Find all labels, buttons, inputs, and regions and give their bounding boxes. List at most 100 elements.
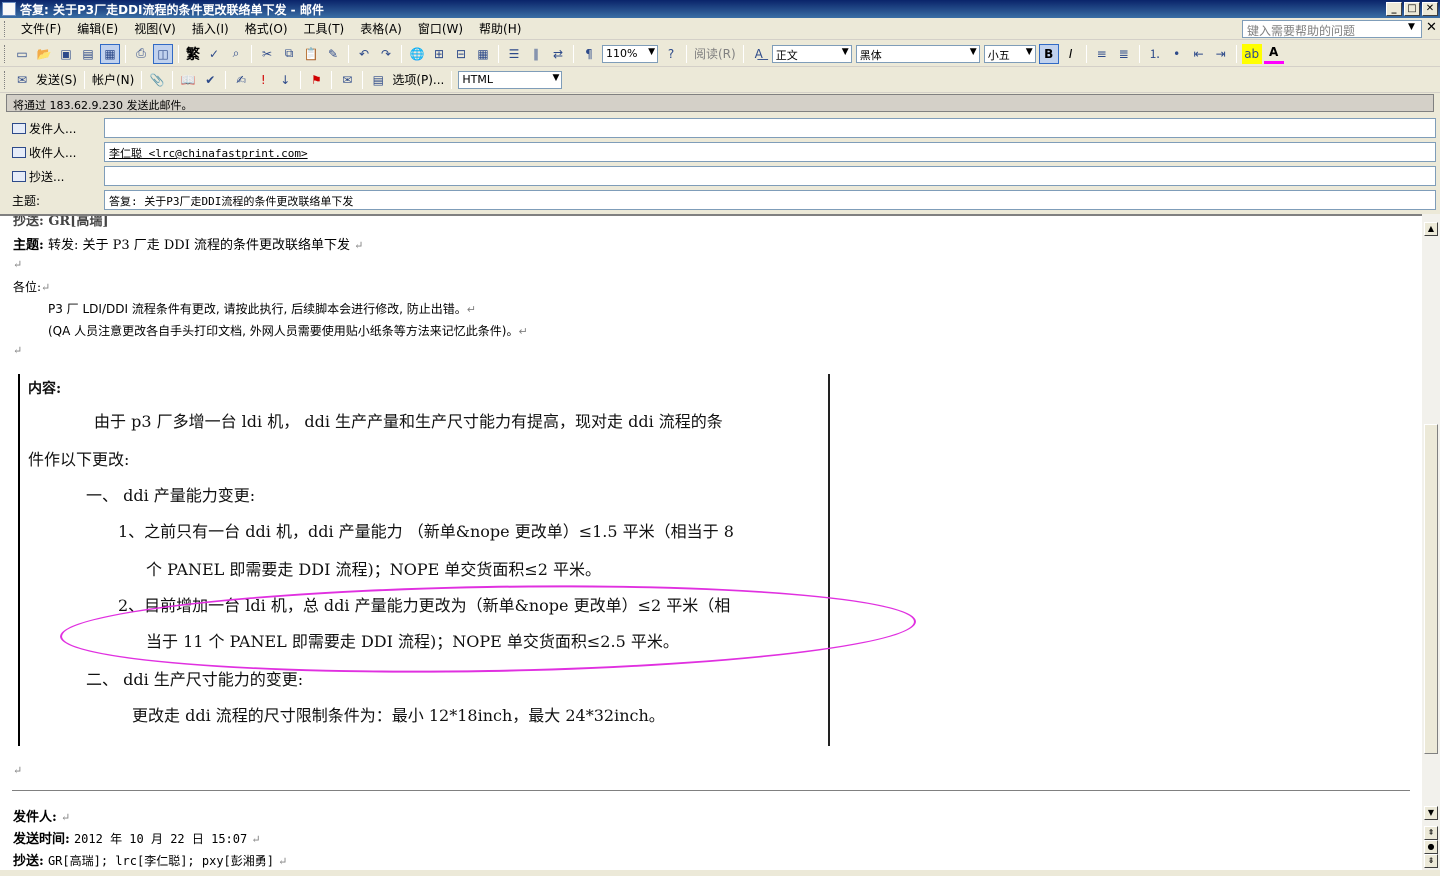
font-size-value: 小五 <box>987 48 1010 62</box>
scroll-up-icon[interactable]: ▲ <box>1424 222 1438 236</box>
align-center-icon[interactable]: ≡ <box>1092 44 1112 64</box>
scan-heading: 内容: <box>28 381 62 397</box>
tables-borders-icon[interactable]: ⊞ <box>429 44 449 64</box>
undo-icon[interactable]: ↶ <box>354 44 374 64</box>
spelling-icon[interactable]: ✓ <box>204 44 224 64</box>
cut-icon[interactable]: ✂ <box>257 44 277 64</box>
menu-window[interactable]: 窗口(W) <box>410 20 471 37</box>
from-label-button[interactable]: 发件人... <box>12 120 104 137</box>
high-importance-icon[interactable]: ! <box>253 70 273 90</box>
paragraph-2: (QA 人员注意更改各自手头打印文档, 外网人员需要使用贴小纸条等方法来记忆此条… <box>48 324 528 338</box>
traditional-chinese-button[interactable]: 繁 <box>186 44 200 64</box>
vertical-scrollbar[interactable]: ▲ ▼ ⇞ ● ⇟ <box>1422 214 1440 870</box>
maximize-button[interactable]: □ <box>1404 2 1420 16</box>
font-size-select[interactable]: 小五 ▼ <box>983 44 1036 63</box>
menu-file[interactable]: 文件(F) <box>13 20 69 37</box>
fwd-subject-text: 转发: 关于 P3 厂走 DDI 流程的条件更改联络单下发 <box>47 238 350 253</box>
to-field[interactable]: 李仁聪 <lrc@chinafastprint.com> <box>104 142 1436 162</box>
recipient-chip[interactable]: 李仁聪 <lrc@chinafastprint.com> <box>109 147 308 160</box>
scanned-notice-image[interactable]: 内容: 由于 p3 厂多增一台 ldi 机， ddi 生产产量和生产尺寸能力有提… <box>18 374 830 746</box>
to-row: 收件人... 李仁聪 <lrc@chinafastprint.com> <box>12 142 1436 162</box>
menu-table[interactable]: 表格(A) <box>352 20 410 37</box>
orig-cc-value: GR[高瑞]; lrc[李仁聪]; pxy[彭湘勇] <box>47 854 274 868</box>
menu-view[interactable]: 视图(V) <box>126 20 184 37</box>
next-page-icon[interactable]: ⇟ <box>1424 854 1438 868</box>
message-format-select[interactable]: HTML ▼ <box>458 70 563 89</box>
follow-up-flag-icon[interactable]: ⚑ <box>306 70 326 90</box>
drawing-icon[interactable]: ∥ <box>526 44 546 64</box>
menu-tools[interactable]: 工具(T) <box>296 20 353 37</box>
menu-format[interactable]: 格式(O) <box>237 20 296 37</box>
paragraph-1: P3 厂 LDI/DDI 流程条件有更改, 请按此执行, 后续脚本会进行修改, … <box>48 302 476 316</box>
address-book-icon[interactable]: 📖 <box>178 70 198 90</box>
menu-edit[interactable]: 编辑(E) <box>69 20 126 37</box>
print-preview-icon[interactable]: ◫ <box>153 43 173 64</box>
show-hide-icon[interactable]: ¶ <box>579 44 599 64</box>
style-value: 正文 <box>775 48 798 62</box>
highlight-icon[interactable]: ab <box>1241 43 1262 64</box>
check-names-icon[interactable]: ✔ <box>200 70 220 90</box>
toolbar2-grip[interactable] <box>4 70 7 89</box>
prev-page-icon[interactable]: ⇞ <box>1424 826 1438 840</box>
toolbar-grip[interactable] <box>4 44 7 63</box>
style-select[interactable]: 正文 ▼ <box>771 44 852 63</box>
menu-grip[interactable] <box>4 20 7 37</box>
permission-envelope-icon[interactable]: ✉ <box>337 70 357 90</box>
menu-help[interactable]: 帮助(H) <box>471 20 529 37</box>
cc-label-button[interactable]: 抄送... <box>12 168 104 185</box>
help-search-input[interactable]: 键入需要帮助的问题 <box>1242 20 1422 38</box>
low-importance-icon[interactable]: ↓ <box>275 70 295 90</box>
separator-line <box>12 790 1410 791</box>
options-button[interactable]: 选项(P)... <box>392 71 444 88</box>
subject-field[interactable]: 答复: 关于P3厂走DDI流程的条件更改联络单下发 <box>104 190 1436 210</box>
send-icon: ✉ <box>16 72 28 87</box>
cc-field[interactable] <box>104 166 1436 186</box>
numbering-icon[interactable]: ⒈ <box>1145 44 1165 64</box>
print-icon[interactable]: ⎙ <box>131 44 151 64</box>
minimize-button[interactable]: _ <box>1386 2 1402 16</box>
bullets-icon[interactable]: • <box>1167 44 1187 64</box>
decrease-indent-icon[interactable]: ⇤ <box>1189 44 1209 64</box>
account-button[interactable]: 帐户(N) <box>92 71 134 88</box>
columns-icon[interactable]: ☰ <box>504 44 524 64</box>
redo-icon[interactable]: ↷ <box>376 44 396 64</box>
font-color-button[interactable]: A <box>1263 44 1284 64</box>
send-button[interactable]: 发送(S) <box>36 71 77 88</box>
close-document-icon[interactable]: ✕ <box>1426 20 1437 35</box>
select-browse-icon[interactable]: ● <box>1424 840 1438 854</box>
new-icon[interactable]: ▭ <box>12 44 32 64</box>
document-map-icon[interactable]: ⇄ <box>548 44 568 64</box>
open-icon[interactable]: 📂 <box>34 44 54 64</box>
scroll-thumb[interactable] <box>1424 424 1438 754</box>
format-painter-icon[interactable]: ✎ <box>323 44 343 64</box>
align-right-icon[interactable]: ≣ <box>1114 44 1134 64</box>
styles-icon[interactable]: A͟ <box>749 44 769 64</box>
research-icon[interactable]: ⌕ <box>226 44 246 64</box>
blank-line-3: ↵ <box>13 764 23 777</box>
scroll-down-icon[interactable]: ▼ <box>1424 806 1438 820</box>
menu-insert[interactable]: 插入(I) <box>184 20 237 37</box>
zoom-value: 110% <box>606 46 638 60</box>
print-layout-icon[interactable]: ▦ <box>100 43 120 64</box>
help-dropdown-icon[interactable]: ▼ <box>1408 22 1415 32</box>
read-button[interactable]: 阅读(R) <box>694 45 736 62</box>
copy-icon[interactable]: ⧉ <box>279 44 299 64</box>
bold-button[interactable]: B <box>1038 43 1059 64</box>
insert-excel-icon[interactable]: ▦ <box>473 44 493 64</box>
signature-icon[interactable]: ✍ <box>231 70 251 90</box>
font-select[interactable]: 黑体 ▼ <box>855 44 980 63</box>
close-button[interactable]: ✕ <box>1422 2 1438 16</box>
increase-indent-icon[interactable]: ⇥ <box>1211 44 1231 64</box>
message-body[interactable]: 抄送: GR[高瑞] 主题: 转发: 关于 P3 厂走 DDI 流程的条件更改联… <box>0 214 1422 870</box>
zoom-select[interactable]: 110% ▼ <box>602 44 658 63</box>
hyperlink-icon[interactable]: 🌐 <box>407 44 427 64</box>
to-label-button[interactable]: 收件人... <box>12 144 104 161</box>
italic-button[interactable]: I <box>1061 44 1081 64</box>
paste-icon[interactable]: 📋 <box>301 44 321 64</box>
permission-icon[interactable]: ▤ <box>78 44 98 64</box>
insert-table-icon[interactable]: ⊟ <box>451 44 471 64</box>
save-icon[interactable]: ▣ <box>56 44 76 64</box>
attach-icon[interactable]: 📎 <box>147 70 167 90</box>
from-field[interactable] <box>104 118 1436 138</box>
help-icon[interactable]: ? <box>661 44 681 64</box>
